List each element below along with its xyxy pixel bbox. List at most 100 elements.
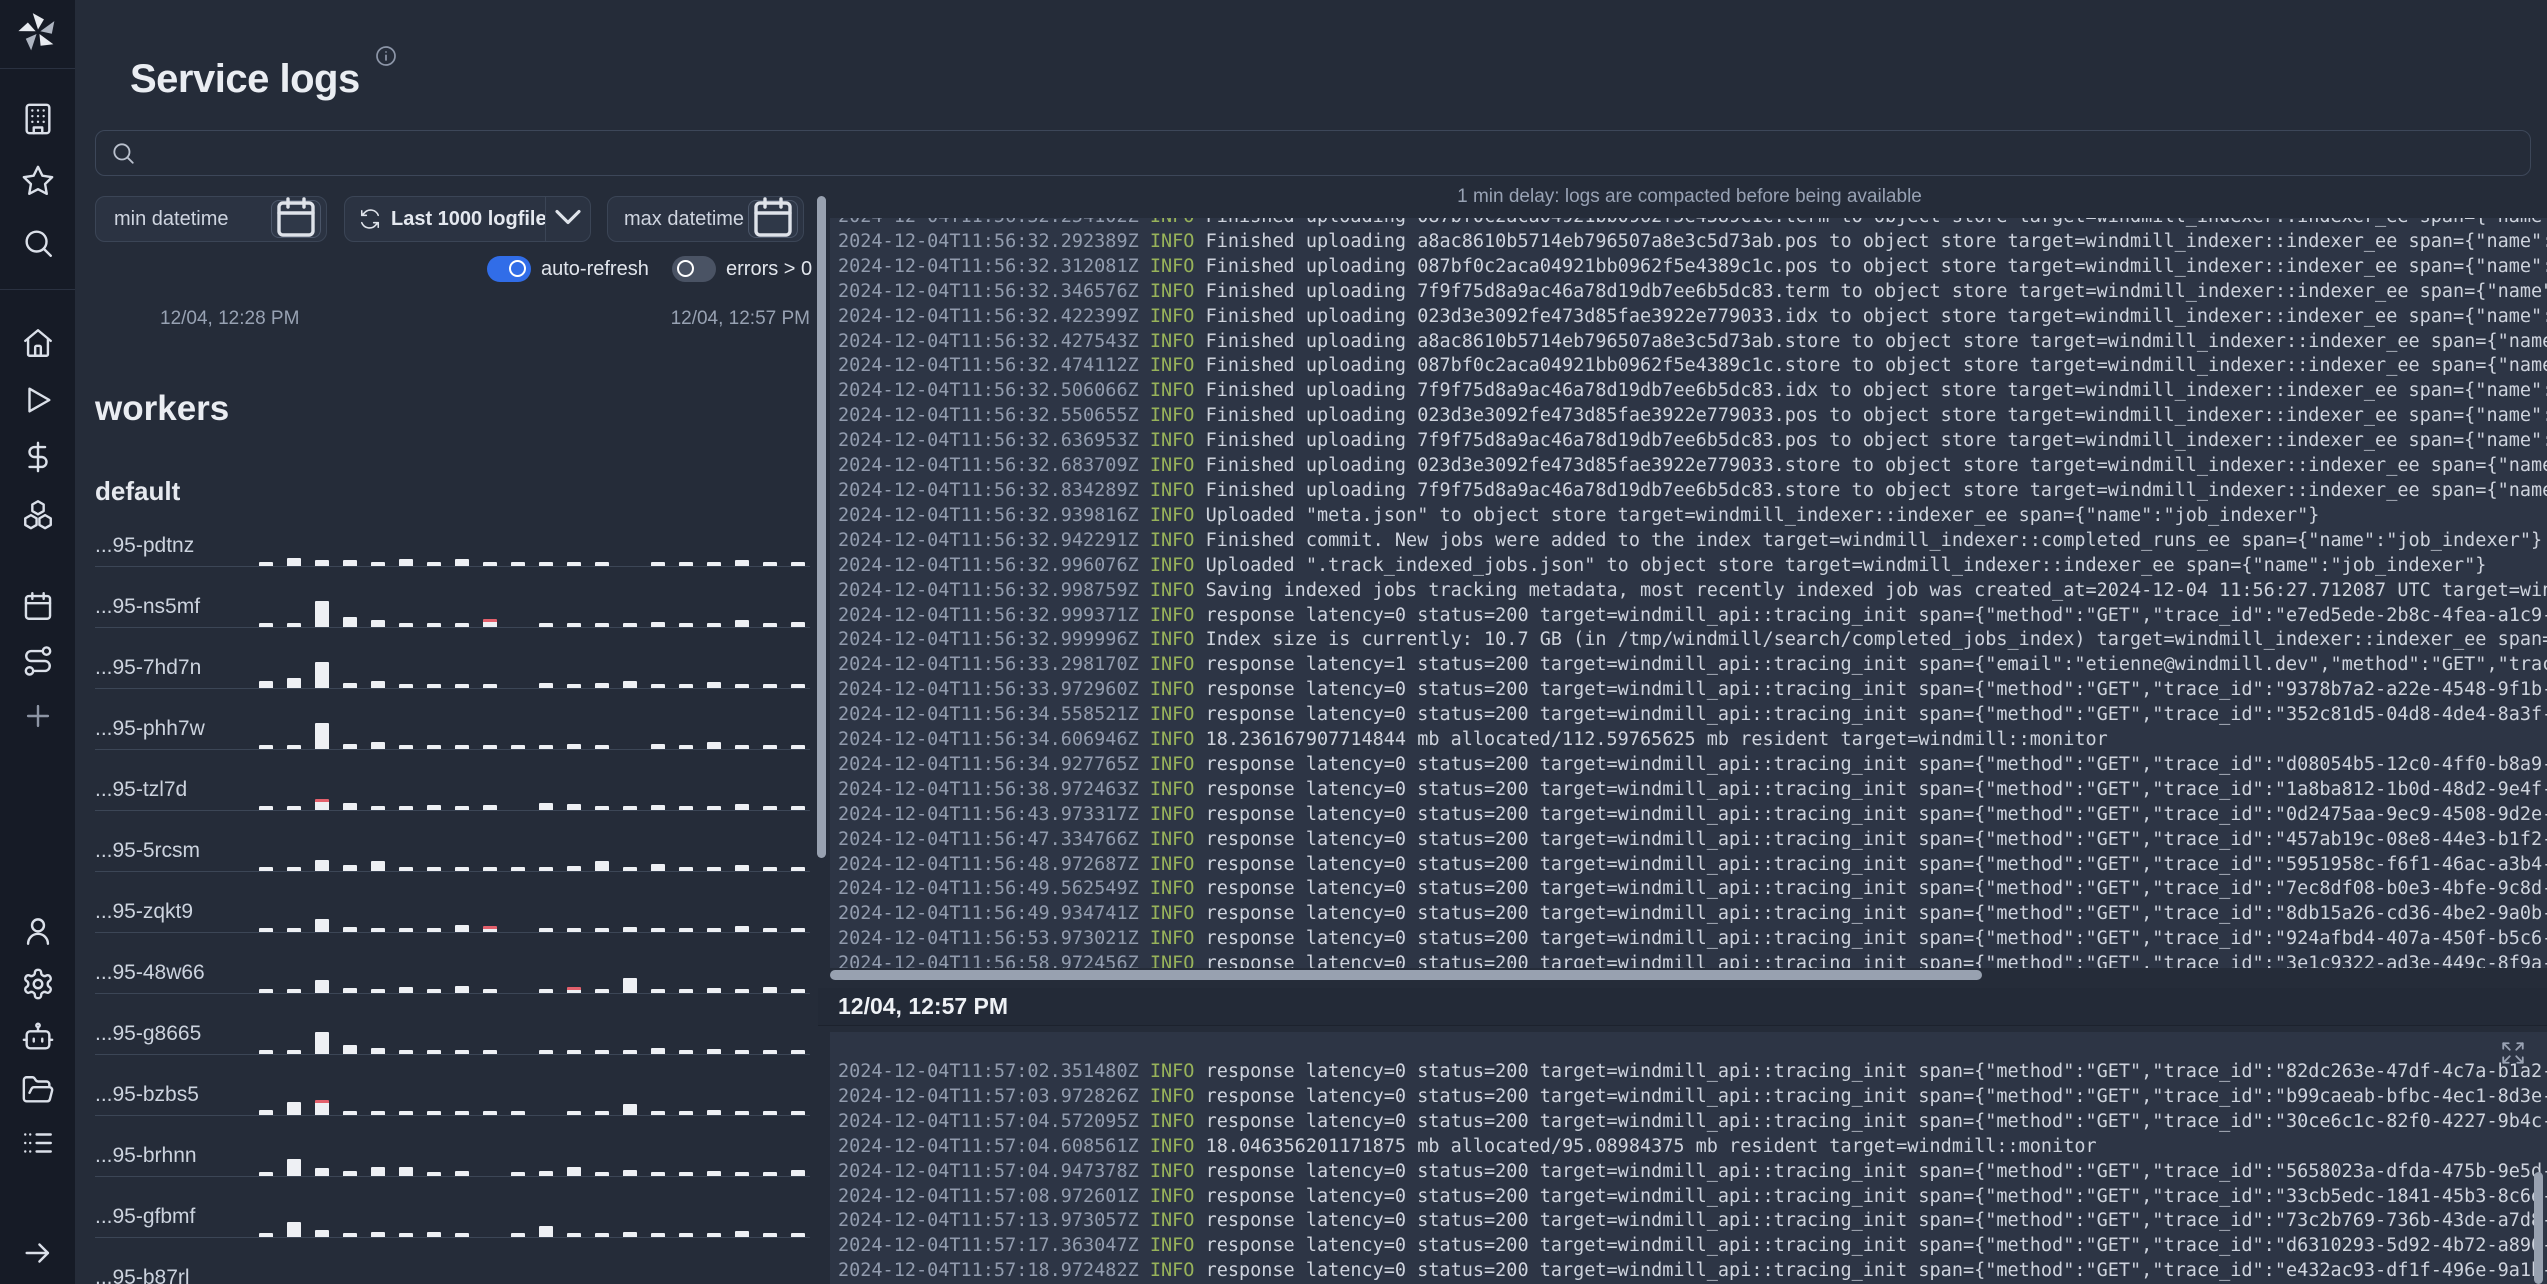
activity-bar: [651, 744, 665, 749]
activity-bar: [315, 601, 329, 627]
activity-bar: [315, 980, 329, 993]
activity-bar: [315, 1230, 329, 1237]
logfiles-dropdown-button[interactable]: [546, 197, 590, 241]
auto-refresh-toggle[interactable]: [487, 256, 531, 282]
worker-activity-sparkline: [245, 811, 810, 871]
activity-bar: [567, 684, 581, 688]
activity-bar: [427, 1111, 441, 1115]
activity-bar: [595, 1172, 609, 1176]
log-line: 2024-12-04T11:56:32.939816Z INFO Uploade…: [838, 504, 2320, 526]
errors-filter-toggle[interactable]: [672, 256, 716, 282]
activity-bar: [763, 1233, 777, 1237]
activity-bar: [399, 1050, 413, 1054]
activity-bar: [567, 804, 581, 810]
activity-bar: [651, 1172, 665, 1176]
activity-bar: [287, 1222, 301, 1237]
activity-bar: [399, 867, 413, 871]
toggle-knob: [677, 260, 694, 277]
activity-bar: [343, 683, 357, 688]
worker-name: ...95-zqkt9: [95, 900, 194, 923]
worker-row[interactable]: ...95-5rcsm: [95, 811, 810, 872]
plus-icon[interactable]: [21, 699, 55, 733]
activity-bar: [791, 684, 805, 688]
activity-bar: [595, 1050, 609, 1054]
user-icon[interactable]: [21, 914, 55, 948]
folder-icon[interactable]: [21, 1073, 55, 1107]
worker-name: ...95-b87rl: [95, 1266, 190, 1284]
activity-bar: [539, 867, 553, 871]
activity-bar: [735, 1111, 749, 1115]
min-datetime-input[interactable]: [112, 206, 271, 232]
activity-bar-error: [483, 926, 497, 932]
worker-row[interactable]: ...95-g8665: [95, 994, 810, 1055]
expand-icon[interactable]: [2500, 1040, 2526, 1066]
activity-bar: [707, 682, 721, 688]
activity-bar: [763, 623, 777, 627]
activity-bar: [483, 989, 497, 993]
play-icon[interactable]: [21, 383, 55, 417]
activity-bar: [315, 723, 329, 749]
activity-bar: [287, 806, 301, 810]
activity-bar: [315, 662, 329, 688]
activity-bar: [287, 745, 301, 749]
activity-bar: [371, 742, 385, 749]
activity-bar: [511, 745, 525, 749]
logs-horizontal-scrollbar[interactable]: [830, 970, 1982, 980]
activity-bar: [623, 867, 637, 871]
worker-row[interactable]: ...95-bzbs5: [95, 1055, 810, 1116]
max-datetime-calendar-button[interactable]: [748, 196, 798, 238]
worker-row[interactable]: ...95-48w66: [95, 933, 810, 994]
windmill-logo-icon[interactable]: [17, 11, 59, 53]
home-icon[interactable]: [21, 326, 55, 360]
activity-bar: [427, 684, 441, 688]
worker-group-heading: default: [95, 476, 181, 506]
max-datetime-input[interactable]: [622, 206, 748, 232]
min-datetime-calendar-button[interactable]: [271, 196, 321, 238]
search-icon[interactable]: [21, 226, 55, 260]
log-line: 2024-12-04T11:56:32.550655Z INFO Finishe…: [838, 405, 2547, 427]
activity-bar: [399, 1111, 413, 1115]
activity-bar: [651, 684, 665, 688]
worker-row[interactable]: ...95-7hd7n: [95, 628, 810, 689]
star-icon[interactable]: [21, 164, 55, 198]
worker-row[interactable]: ...95-b87rl: [95, 1238, 810, 1284]
log-line: 2024-12-04T11:56:34.558521Z INFO respons…: [838, 704, 2547, 726]
boxes-icon[interactable]: [21, 497, 55, 531]
latest-logs-vertical-scrollbar[interactable]: [2534, 1172, 2543, 1284]
log-line: 2024-12-04T11:56:32.998759Z INFO Saving …: [838, 579, 2547, 601]
route-icon[interactable]: [21, 644, 55, 678]
dollar-icon[interactable]: [21, 440, 55, 474]
activity-bar: [399, 1233, 413, 1237]
activity-bar: [567, 744, 581, 749]
list-icon[interactable]: [21, 1126, 55, 1160]
activity-bar: [427, 623, 441, 627]
worker-row[interactable]: ...95-gfbmf: [95, 1177, 810, 1238]
worker-row[interactable]: ...95-ns5mf: [95, 567, 810, 628]
info-icon[interactable]: [374, 44, 398, 68]
calendar-icon[interactable]: [21, 589, 55, 623]
bot-icon[interactable]: [21, 1020, 55, 1054]
activity-bar: [735, 1231, 749, 1237]
activity-bar: [623, 1050, 637, 1054]
activity-bar: [259, 867, 273, 871]
arrow-right-icon[interactable]: [21, 1236, 55, 1270]
activity-bar: [455, 623, 469, 627]
activity-bar: [707, 806, 721, 810]
activity-bar-error: [315, 799, 329, 810]
logfiles-select[interactable]: Last 1000 logfiles: [344, 196, 591, 242]
worker-row[interactable]: ...95-phh7w: [95, 689, 810, 750]
worker-row[interactable]: ...95-brhnn: [95, 1116, 810, 1177]
logs-vertical-scrollbar[interactable]: [817, 196, 826, 858]
worker-row[interactable]: ...95-pdtnz: [95, 506, 810, 567]
page-title: Service logs: [130, 56, 360, 101]
activity-bar: [343, 617, 357, 627]
activity-bar: [511, 1233, 525, 1237]
settings-icon[interactable]: [21, 967, 55, 1001]
activity-bar: [651, 562, 665, 566]
worker-row[interactable]: ...95-zqkt9: [95, 872, 810, 933]
building-icon[interactable]: [21, 102, 55, 136]
worker-row[interactable]: ...95-tzl7d: [95, 750, 810, 811]
worker-name: ...95-bzbs5: [95, 1083, 199, 1106]
activity-bar: [287, 1050, 301, 1054]
search-input[interactable]: [146, 140, 2516, 166]
